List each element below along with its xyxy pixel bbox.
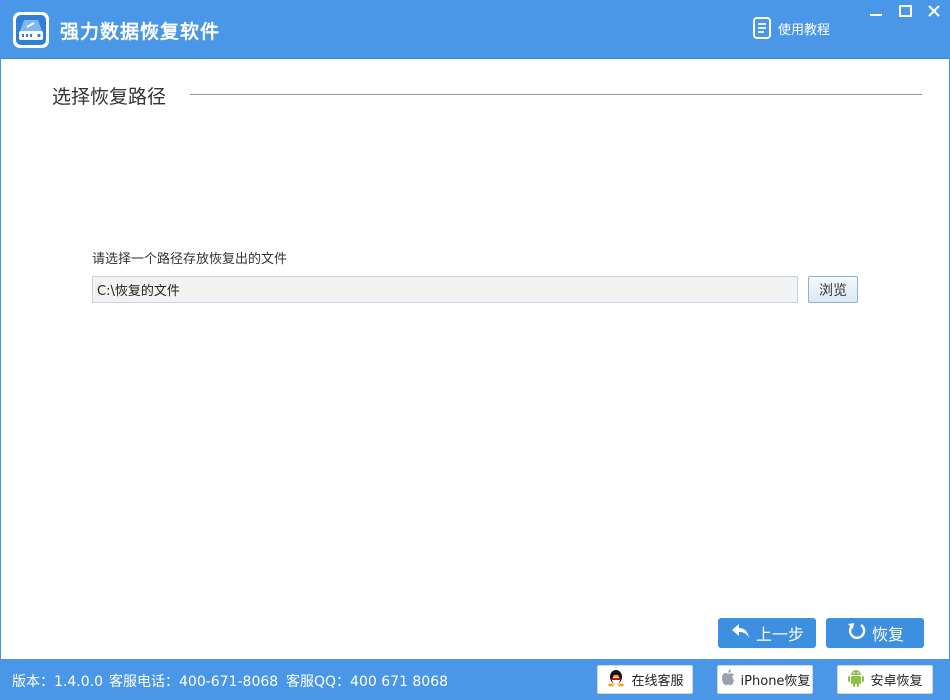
recover-label: 恢复 <box>871 625 904 644</box>
title-bar: 强力数据恢复软件 使用教程 <box>0 0 950 59</box>
recover-button[interactable]: 恢复 <box>826 618 924 648</box>
android-recover-label: 安卓恢复 <box>870 674 923 689</box>
app-title: 强力数据恢复软件 <box>60 21 221 43</box>
android-recover-button[interactable]: 安卓恢复 <box>837 665 933 694</box>
version-text: 版本：1.4.0.0 <box>12 674 103 690</box>
maximize-icon <box>894 0 918 24</box>
service-qq-text: 客服QQ：400 671 8068 <box>286 674 449 690</box>
back-arrow-icon <box>730 622 756 644</box>
minimize-button[interactable] <box>864 0 888 24</box>
path-prompt: 请选择一个路径存放恢复出的文件 <box>92 252 288 267</box>
tutorial-label: 使用教程 <box>778 22 831 38</box>
previous-step-button[interactable]: 上一步 <box>718 618 816 648</box>
browse-button[interactable]: 浏览 <box>808 276 858 303</box>
section-divider <box>190 94 922 95</box>
online-service-label: 在线客服 <box>631 674 684 689</box>
maximize-button[interactable] <box>894 0 918 24</box>
iphone-recover-button[interactable]: iPhone恢复 <box>717 665 813 694</box>
refresh-icon <box>846 621 872 645</box>
section-title: 选择恢复路径 <box>52 86 167 108</box>
minimize-icon <box>864 0 888 24</box>
save-path-input[interactable] <box>92 276 798 303</box>
online-service-button[interactable]: 在线客服 <box>597 665 693 694</box>
apple-icon <box>720 668 741 692</box>
document-icon <box>751 16 773 40</box>
window-border-left <box>0 59 1 659</box>
android-icon <box>847 668 870 692</box>
iphone-recover-label: iPhone恢复 <box>740 674 811 689</box>
previous-step-label: 上一步 <box>755 625 804 644</box>
app-logo-icon <box>12 11 50 49</box>
close-button[interactable] <box>922 0 946 24</box>
tutorial-button[interactable]: 使用教程 <box>751 15 830 41</box>
qq-penguin-icon <box>606 668 631 692</box>
status-bar: 版本：1.4.0.0 客服电话：400-671-8068 客服QQ：400 67… <box>0 659 950 700</box>
close-icon <box>922 0 946 24</box>
service-phone-text: 客服电话：400-671-8068 <box>109 674 279 690</box>
